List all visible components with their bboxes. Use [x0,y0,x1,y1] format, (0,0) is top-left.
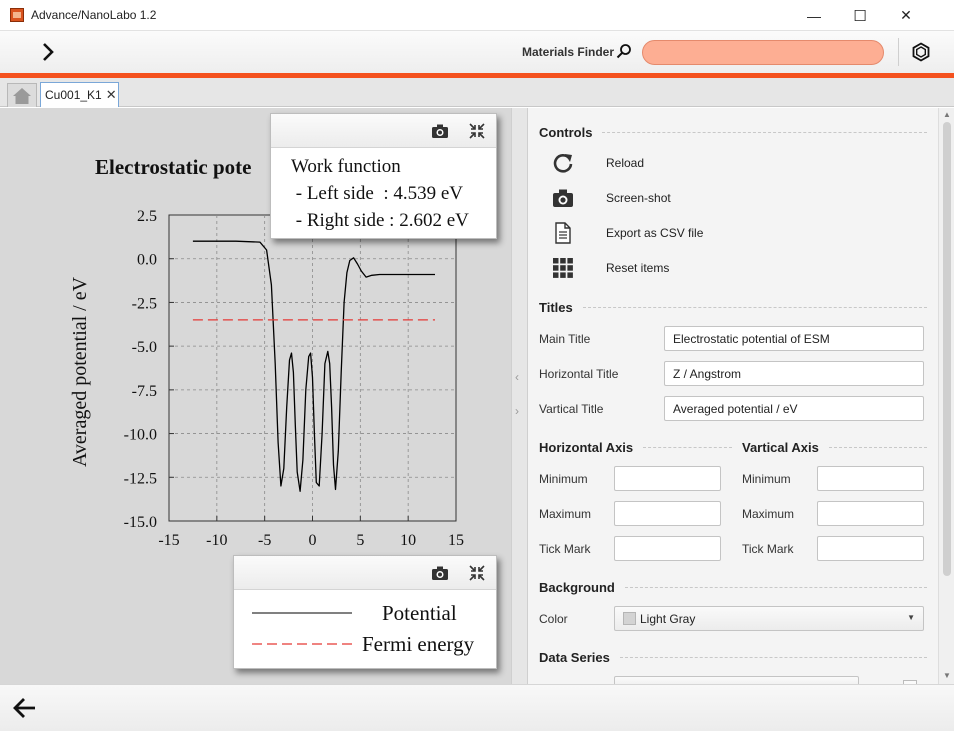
vertical-title-label: Vartical Title [539,402,604,416]
h-tickmark-input[interactable] [614,536,721,561]
collapse-icon[interactable] [468,564,486,582]
y-tick-label: -5.0 [132,339,157,356]
dropdown-arrow-icon: ▼ [907,613,915,622]
v-maximum-input[interactable] [817,501,924,526]
chart-title: Electrostatic pote [95,155,251,179]
reload-icon [553,154,573,173]
y-tick-label: -2.5 [132,295,157,312]
close-button[interactable]: ✕ [883,0,929,31]
data-series-select[interactable] [614,676,859,684]
reset-items-button[interactable]: Reset items [552,255,669,281]
materials-finder-label: Materials Finder [522,45,615,59]
x-tick-label: 5 [356,532,364,549]
toolbar: Materials Finder [0,31,954,73]
v-maximum-label: Maximum [742,507,795,521]
work-function-heading: Work function [291,156,401,177]
work-function-popup: Work function - Left side : 4.539 eV - R… [270,113,497,239]
legend-body: Potential Fermi energy [252,601,475,656]
scroll-thumb[interactable] [943,122,951,576]
home-icon [13,87,31,104]
forward-chevron-icon[interactable] [36,40,60,64]
collapse-icon[interactable] [468,122,486,140]
document-icon [555,222,571,244]
titles-heading: Titles [539,300,927,315]
tab-label: Cu001_K1 [45,88,102,102]
x-tick-label: 0 [309,532,317,549]
color-swatch [623,612,636,625]
toolbar-divider [898,38,899,66]
legend-popup: Potential Fermi energy [233,555,497,669]
tab-close-icon[interactable]: ✕ [106,87,117,103]
v-minimum-input[interactable] [817,466,924,491]
main-title-label: Main Title [539,332,591,346]
minimize-button[interactable]: — [791,0,837,31]
scroll-up-icon[interactable]: ▲ [943,110,951,119]
title-bar: Advance/NanoLabo 1.2 — ☐ ✕ [0,0,954,31]
y-tick-label: 2.5 [137,208,157,225]
color-label: Color [539,612,568,626]
vertical-axis-heading: Vartical Axis [742,440,927,455]
vertical-title-input[interactable]: Averaged potential / eV [664,396,924,421]
scroll-down-icon[interactable]: ▼ [943,671,951,680]
work-function-right: - Right side : 2.602 eV [291,210,469,231]
reload-button[interactable]: Reload [552,150,644,176]
potential-line [192,240,435,492]
x-tick-label: -10 [206,532,227,549]
work-function-left: - Left side : 4.539 eV [291,183,464,204]
main-title-input[interactable]: Electrostatic potential of ESM [664,326,924,351]
camera-icon[interactable] [431,565,449,581]
x-tick-label: -5 [258,532,271,549]
bottom-bar [0,684,954,731]
y-tick-label: -7.5 [132,383,157,400]
y-tick-label: -10.0 [124,427,157,444]
h-maximum-input[interactable] [614,501,721,526]
grid-icon [553,258,573,278]
popup-header [271,114,496,148]
data-series-heading: Data Series [539,650,927,665]
home-tab[interactable] [7,83,37,107]
camera-icon[interactable] [431,123,449,139]
legend-label-potential: Potential [382,601,457,625]
molecule-hexagon-icon[interactable] [911,42,931,62]
back-arrow-icon[interactable] [12,696,38,720]
x-tick-label: -15 [158,532,179,549]
settings-scrollbar[interactable]: ▲ ▼ [938,108,954,684]
y-axis-label: Averaged potential / eV [69,276,91,467]
y-tick-label: -15.0 [124,514,157,531]
v-tickmark-input[interactable] [817,536,924,561]
x-tick-label: 15 [448,532,464,549]
materials-search-input[interactable] [642,40,884,65]
v-minimum-label: Minimum [742,472,791,486]
controls-heading: Controls [539,125,927,140]
horizontal-axis-heading: Horizontal Axis [539,440,732,455]
panel-splitter[interactable]: ‹ › [511,108,528,684]
background-heading: Background [539,580,927,595]
maximize-button[interactable]: ☐ [837,0,883,31]
tab-cu001-k1[interactable]: Cu001_K1 ✕ [40,82,119,107]
v-tickmark-label: Tick Mark [742,542,794,556]
collapse-right-icon[interactable]: › [515,404,519,418]
tab-bar: Cu001_K1 ✕ [0,78,954,107]
h-minimum-input[interactable] [614,466,721,491]
export-csv-button[interactable]: Export as CSV file [552,220,703,246]
x-tick-label: 10 [400,532,416,549]
h-minimum-label: Minimum [539,472,588,486]
h-tickmark-label: Tick Mark [539,542,591,556]
screenshot-button[interactable]: Screen-shot [552,185,671,211]
horizontal-title-label: Horizontal Title [539,367,619,381]
popup-header [234,556,496,590]
background-color-select[interactable]: Light Gray ▼ [614,606,924,631]
horizontal-title-input[interactable]: Z / Angstrom [664,361,924,386]
chart-panel: Electrostatic pote Averaged potential / … [0,108,511,684]
search-icon[interactable] [616,43,632,59]
y-tick-label: 0.0 [137,252,157,269]
settings-panel: Controls Reload Screen-shot Export as CS… [528,108,938,684]
app-logo-icon [10,8,24,22]
collapse-left-icon[interactable]: ‹ [515,370,519,384]
h-maximum-label: Maximum [539,507,592,521]
window-title: Advance/NanoLabo 1.2 [31,8,157,22]
camera-icon [553,189,573,207]
y-tick-label: -12.5 [124,470,157,487]
legend-label-fermi: Fermi energy [362,632,475,656]
